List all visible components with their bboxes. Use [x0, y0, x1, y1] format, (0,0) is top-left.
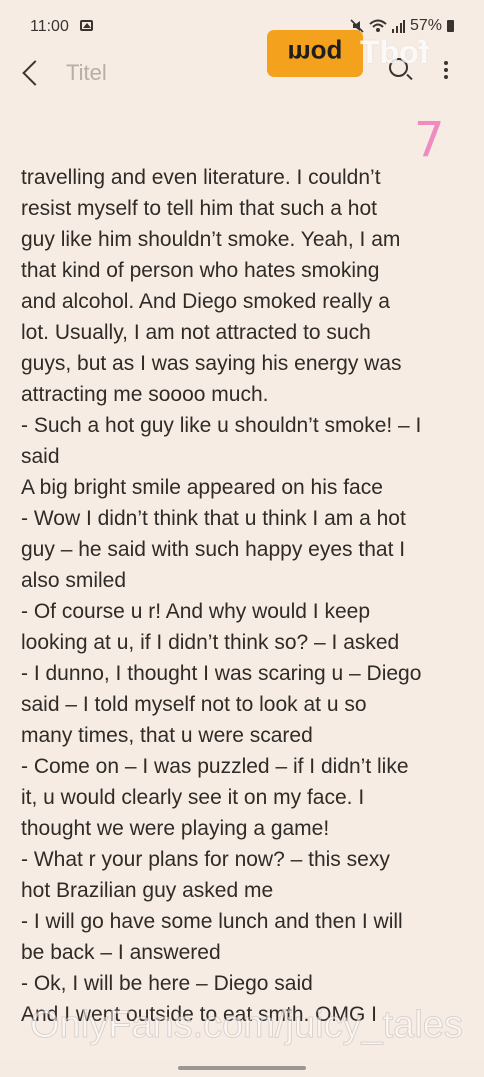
- note-line: also smiled: [21, 569, 127, 592]
- note-line: travelling and even literature. I couldn…: [21, 166, 381, 189]
- signal-icon: [391, 20, 405, 33]
- note-line: attracting me soooo much.: [21, 383, 269, 406]
- note-line: - Such a hot guy like u shouldn’t smoke!…: [21, 414, 422, 437]
- note-body[interactable]: travelling and even literature. I couldn…: [21, 162, 459, 1030]
- note-line: - Of course u r! And why would I keep: [21, 600, 371, 623]
- battery-icon: [447, 20, 454, 32]
- note-line: that kind of person who hates smoking: [21, 259, 380, 282]
- battery-percent: 57%: [409, 17, 442, 34]
- note-line: - Come on – I was puzzled – if I didn’t …: [21, 755, 409, 778]
- note-line: lot. Usually, I am not attracted to such: [21, 321, 371, 344]
- note-line: hot Brazilian guy asked me: [21, 879, 274, 902]
- note-line: looking at u, if I didn’t think so? – I …: [21, 631, 400, 654]
- note-title[interactable]: Titel: [66, 60, 107, 86]
- note-line: it, u would clearly see it on my face. I: [21, 786, 365, 809]
- note-line: A big bright smile appeared on his face: [21, 476, 383, 499]
- note-line: and alcohol. And Diego smoked really a: [21, 290, 390, 313]
- note-line: guy like him shouldn’t smoke. Yeah, I am: [21, 228, 401, 251]
- watermark-logo-text: fodT: [360, 34, 430, 70]
- gesture-bar: [0, 1059, 484, 1077]
- note-line: - I will go have some lunch and then I w…: [21, 910, 403, 933]
- bottom-watermark: OnlyFans.com/juicy_tales: [30, 1004, 464, 1047]
- note-line: many times, that u were scared: [21, 724, 313, 747]
- note-line: be back – I answered: [21, 941, 221, 964]
- handwritten-page-number: 7: [414, 112, 445, 168]
- home-indicator[interactable]: [178, 1066, 306, 1070]
- note-line: - Ok, I will be here – Diego said: [21, 972, 313, 995]
- watermark-logo: moq: [267, 30, 363, 77]
- wifi-icon: [369, 19, 387, 32]
- note-line: thought we were playing a game!: [21, 817, 330, 840]
- back-arrow-icon[interactable]: [22, 60, 48, 86]
- status-indicators: 57%: [350, 17, 454, 35]
- gallery-notification-icon: [80, 20, 93, 31]
- note-line: guys, but as I was saying his energy was: [21, 352, 402, 375]
- note-line: guy – he said with such happy eyes that …: [21, 538, 406, 561]
- note-line: - What r your plans for now? – this sexy: [21, 848, 390, 871]
- note-line: resist myself to tell him that such a ho…: [21, 197, 377, 220]
- more-options-icon[interactable]: [444, 58, 448, 80]
- note-line: - Wow I didn’t think that u think I am a…: [21, 507, 406, 530]
- status-time: 11:00: [30, 18, 69, 35]
- note-line: said: [21, 445, 60, 468]
- note-line: said – I told myself not to look at u so: [21, 693, 367, 716]
- note-line: - I dunno, I thought I was scaring u – D…: [21, 662, 422, 685]
